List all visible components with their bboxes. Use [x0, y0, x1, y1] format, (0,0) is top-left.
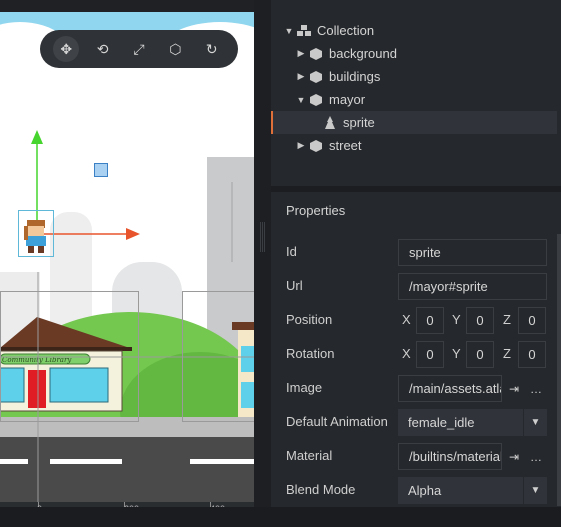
- collapse-arrow-icon[interactable]: ▼: [283, 26, 295, 36]
- tree-item-label: background: [329, 46, 397, 61]
- tree-item-label: street: [329, 138, 362, 153]
- goto-resource-icon[interactable]: ⇥: [503, 443, 525, 470]
- outline-scrollbar[interactable]: [557, 0, 561, 186]
- material-label: Material: [286, 448, 333, 463]
- chevron-down-icon[interactable]: ▼: [523, 409, 547, 436]
- splitter-grip[interactable]: [260, 222, 265, 252]
- tree-item-collection[interactable]: ▼ Collection: [271, 19, 561, 42]
- rotation-x-field[interactable]: 0: [416, 341, 444, 368]
- position-label: Position: [286, 312, 333, 327]
- game-object-icon: [307, 139, 325, 152]
- browse-resource-button[interactable]: …: [525, 375, 547, 402]
- tree-item-label: sprite: [343, 115, 375, 130]
- reset-camera-icon[interactable]: ↻: [199, 36, 225, 62]
- game-object-icon: [307, 47, 325, 60]
- tree-item-label: buildings: [329, 69, 381, 84]
- properties-scrollbar[interactable]: [557, 234, 561, 506]
- collapse-arrow-icon[interactable]: ▼: [295, 95, 307, 105]
- collection-icon: [295, 24, 313, 37]
- bottom-bar: [0, 507, 561, 527]
- position-y-axis-label: Y: [452, 312, 461, 327]
- default-animation-label: Default Animation: [286, 414, 388, 429]
- position-z-axis-label: Z: [503, 312, 511, 327]
- chevron-down-icon[interactable]: ▼: [523, 477, 547, 504]
- scene-viewport[interactable]: Community Library ✥ ⟲ ⤢ ⬡ ↻: [0, 12, 254, 507]
- tree-item-label: Collection: [317, 23, 375, 38]
- url-field[interactable]: /mayor#sprite: [398, 273, 547, 300]
- tree-item-sprite[interactable]: sprite: [271, 111, 561, 134]
- default-animation-select[interactable]: female_idle: [398, 409, 523, 436]
- sprite-icon: [321, 115, 339, 130]
- rotation-label: Rotation: [286, 346, 335, 361]
- rotation-y-field[interactable]: 0: [466, 341, 494, 368]
- material-field[interactable]: /builtins/materials/sprite.material: [398, 443, 502, 470]
- blend-mode-label: Blend Mode: [286, 482, 356, 497]
- tree-item-mayor[interactable]: ▼ mayor: [271, 88, 561, 111]
- tree-item-street[interactable]: ▶ street: [271, 134, 561, 157]
- position-x-axis-label: X: [402, 312, 411, 327]
- panel-splitter[interactable]: [254, 0, 271, 507]
- rotation-z-field[interactable]: 0: [518, 341, 546, 368]
- properties-panel: Properties Id sprite Url /mayor#sprite P…: [271, 192, 561, 507]
- game-object-icon: [307, 93, 325, 106]
- position-x-field[interactable]: 0: [416, 307, 444, 334]
- perspective-icon[interactable]: ⬡: [162, 36, 188, 62]
- position-z-field[interactable]: 0: [518, 307, 546, 334]
- game-object-icon: [307, 70, 325, 83]
- blend-mode-select[interactable]: Alpha: [398, 477, 523, 504]
- tree-item-buildings[interactable]: ▶ buildings: [271, 65, 561, 88]
- rotation-y-axis-label: Y: [452, 346, 461, 361]
- id-label: Id: [286, 244, 297, 259]
- properties-title: Properties: [286, 203, 346, 218]
- id-field[interactable]: sprite: [398, 239, 547, 266]
- scene-toolbar: ✥ ⟲ ⤢ ⬡ ↻: [40, 30, 238, 68]
- image-field[interactable]: /main/assets.atlas: [398, 375, 502, 402]
- rotation-x-axis-label: X: [402, 346, 411, 361]
- expand-arrow-icon[interactable]: ▶: [295, 140, 307, 151]
- expand-arrow-icon[interactable]: ▶: [295, 48, 307, 59]
- scale-icon[interactable]: ⤢: [126, 36, 152, 62]
- image-label: Image: [286, 380, 323, 395]
- move-icon[interactable]: ✥: [53, 36, 80, 62]
- tree-item-background[interactable]: ▶ background: [271, 42, 561, 65]
- tree-item-label: mayor: [329, 92, 366, 107]
- url-label: Url: [286, 278, 303, 293]
- expand-arrow-icon[interactable]: ▶: [295, 71, 307, 82]
- browse-resource-button[interactable]: …: [525, 443, 547, 470]
- scene-canvas[interactable]: Community Library: [0, 12, 254, 507]
- rotate-icon[interactable]: ⟲: [90, 36, 116, 62]
- position-y-field[interactable]: 0: [466, 307, 494, 334]
- outline-panel: ▼ Collection ▶ background ▶ buildings ▼ …: [271, 0, 561, 186]
- rotation-z-axis-label: Z: [503, 346, 511, 361]
- goto-resource-icon[interactable]: ⇥: [503, 375, 525, 402]
- gizmo-plane-handle[interactable]: [94, 163, 108, 177]
